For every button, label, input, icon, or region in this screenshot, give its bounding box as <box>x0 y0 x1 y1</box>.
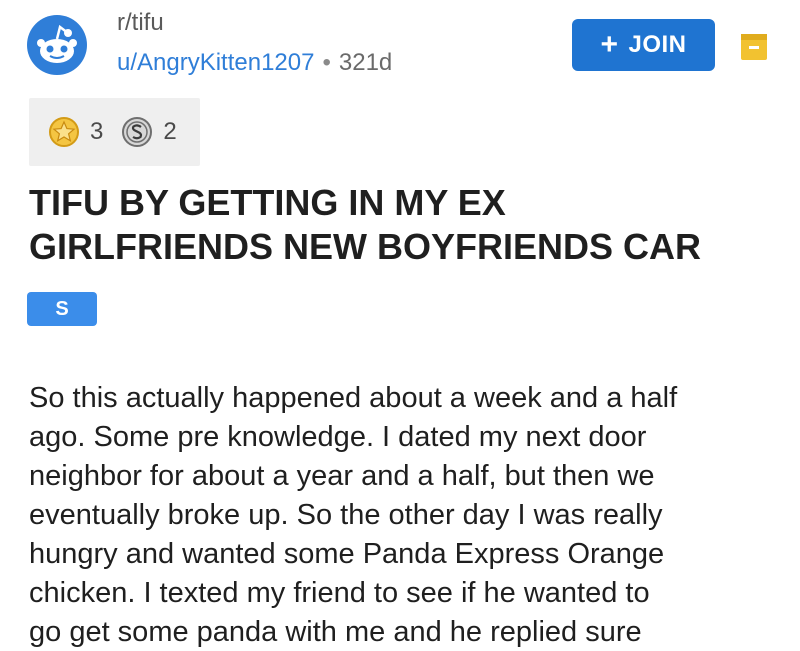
join-button-label: JOIN <box>628 31 687 58</box>
save-icon[interactable] <box>740 31 768 61</box>
awards-bar[interactable]: 3 2 <box>29 98 200 166</box>
post-flair-badge[interactable]: S <box>27 292 97 326</box>
post-age: 321d <box>338 49 393 76</box>
award-silver: 2 <box>121 116 177 148</box>
silver-award-icon <box>121 116 153 148</box>
award-gold-count: 3 <box>90 118 104 145</box>
post-title-line-1: TIFU BY GETTING IN MY EX <box>29 182 506 223</box>
post-meta: u/AngryKitten1207 • 321d <box>117 48 392 78</box>
post-header: r/tifu u/AngryKitten1207 • 321d + JOIN <box>0 0 800 95</box>
post-view: r/tifu u/AngryKitten1207 • 321d + JOIN 3… <box>0 0 800 651</box>
award-silver-count: 2 <box>163 118 177 145</box>
post-title-line-2: GIRLFRIENDS NEW BOYFRIENDS CAR <box>29 226 702 267</box>
post-title[interactable]: TIFU BY GETTING IN MY EX GIRLFRIENDS NEW… <box>29 181 789 269</box>
meta-separator: • <box>322 49 331 76</box>
subreddit-name[interactable]: r/tifu <box>117 9 164 37</box>
post-body-text: So this actually happened about a week a… <box>29 382 678 648</box>
join-button[interactable]: + JOIN <box>572 19 715 71</box>
gold-star-award-icon <box>48 116 80 148</box>
award-gold: 3 <box>48 116 103 148</box>
subreddit-avatar-icon[interactable] <box>27 15 87 75</box>
author-link[interactable]: u/AngryKitten1207 <box>117 49 314 76</box>
plus-icon: + <box>600 28 619 61</box>
